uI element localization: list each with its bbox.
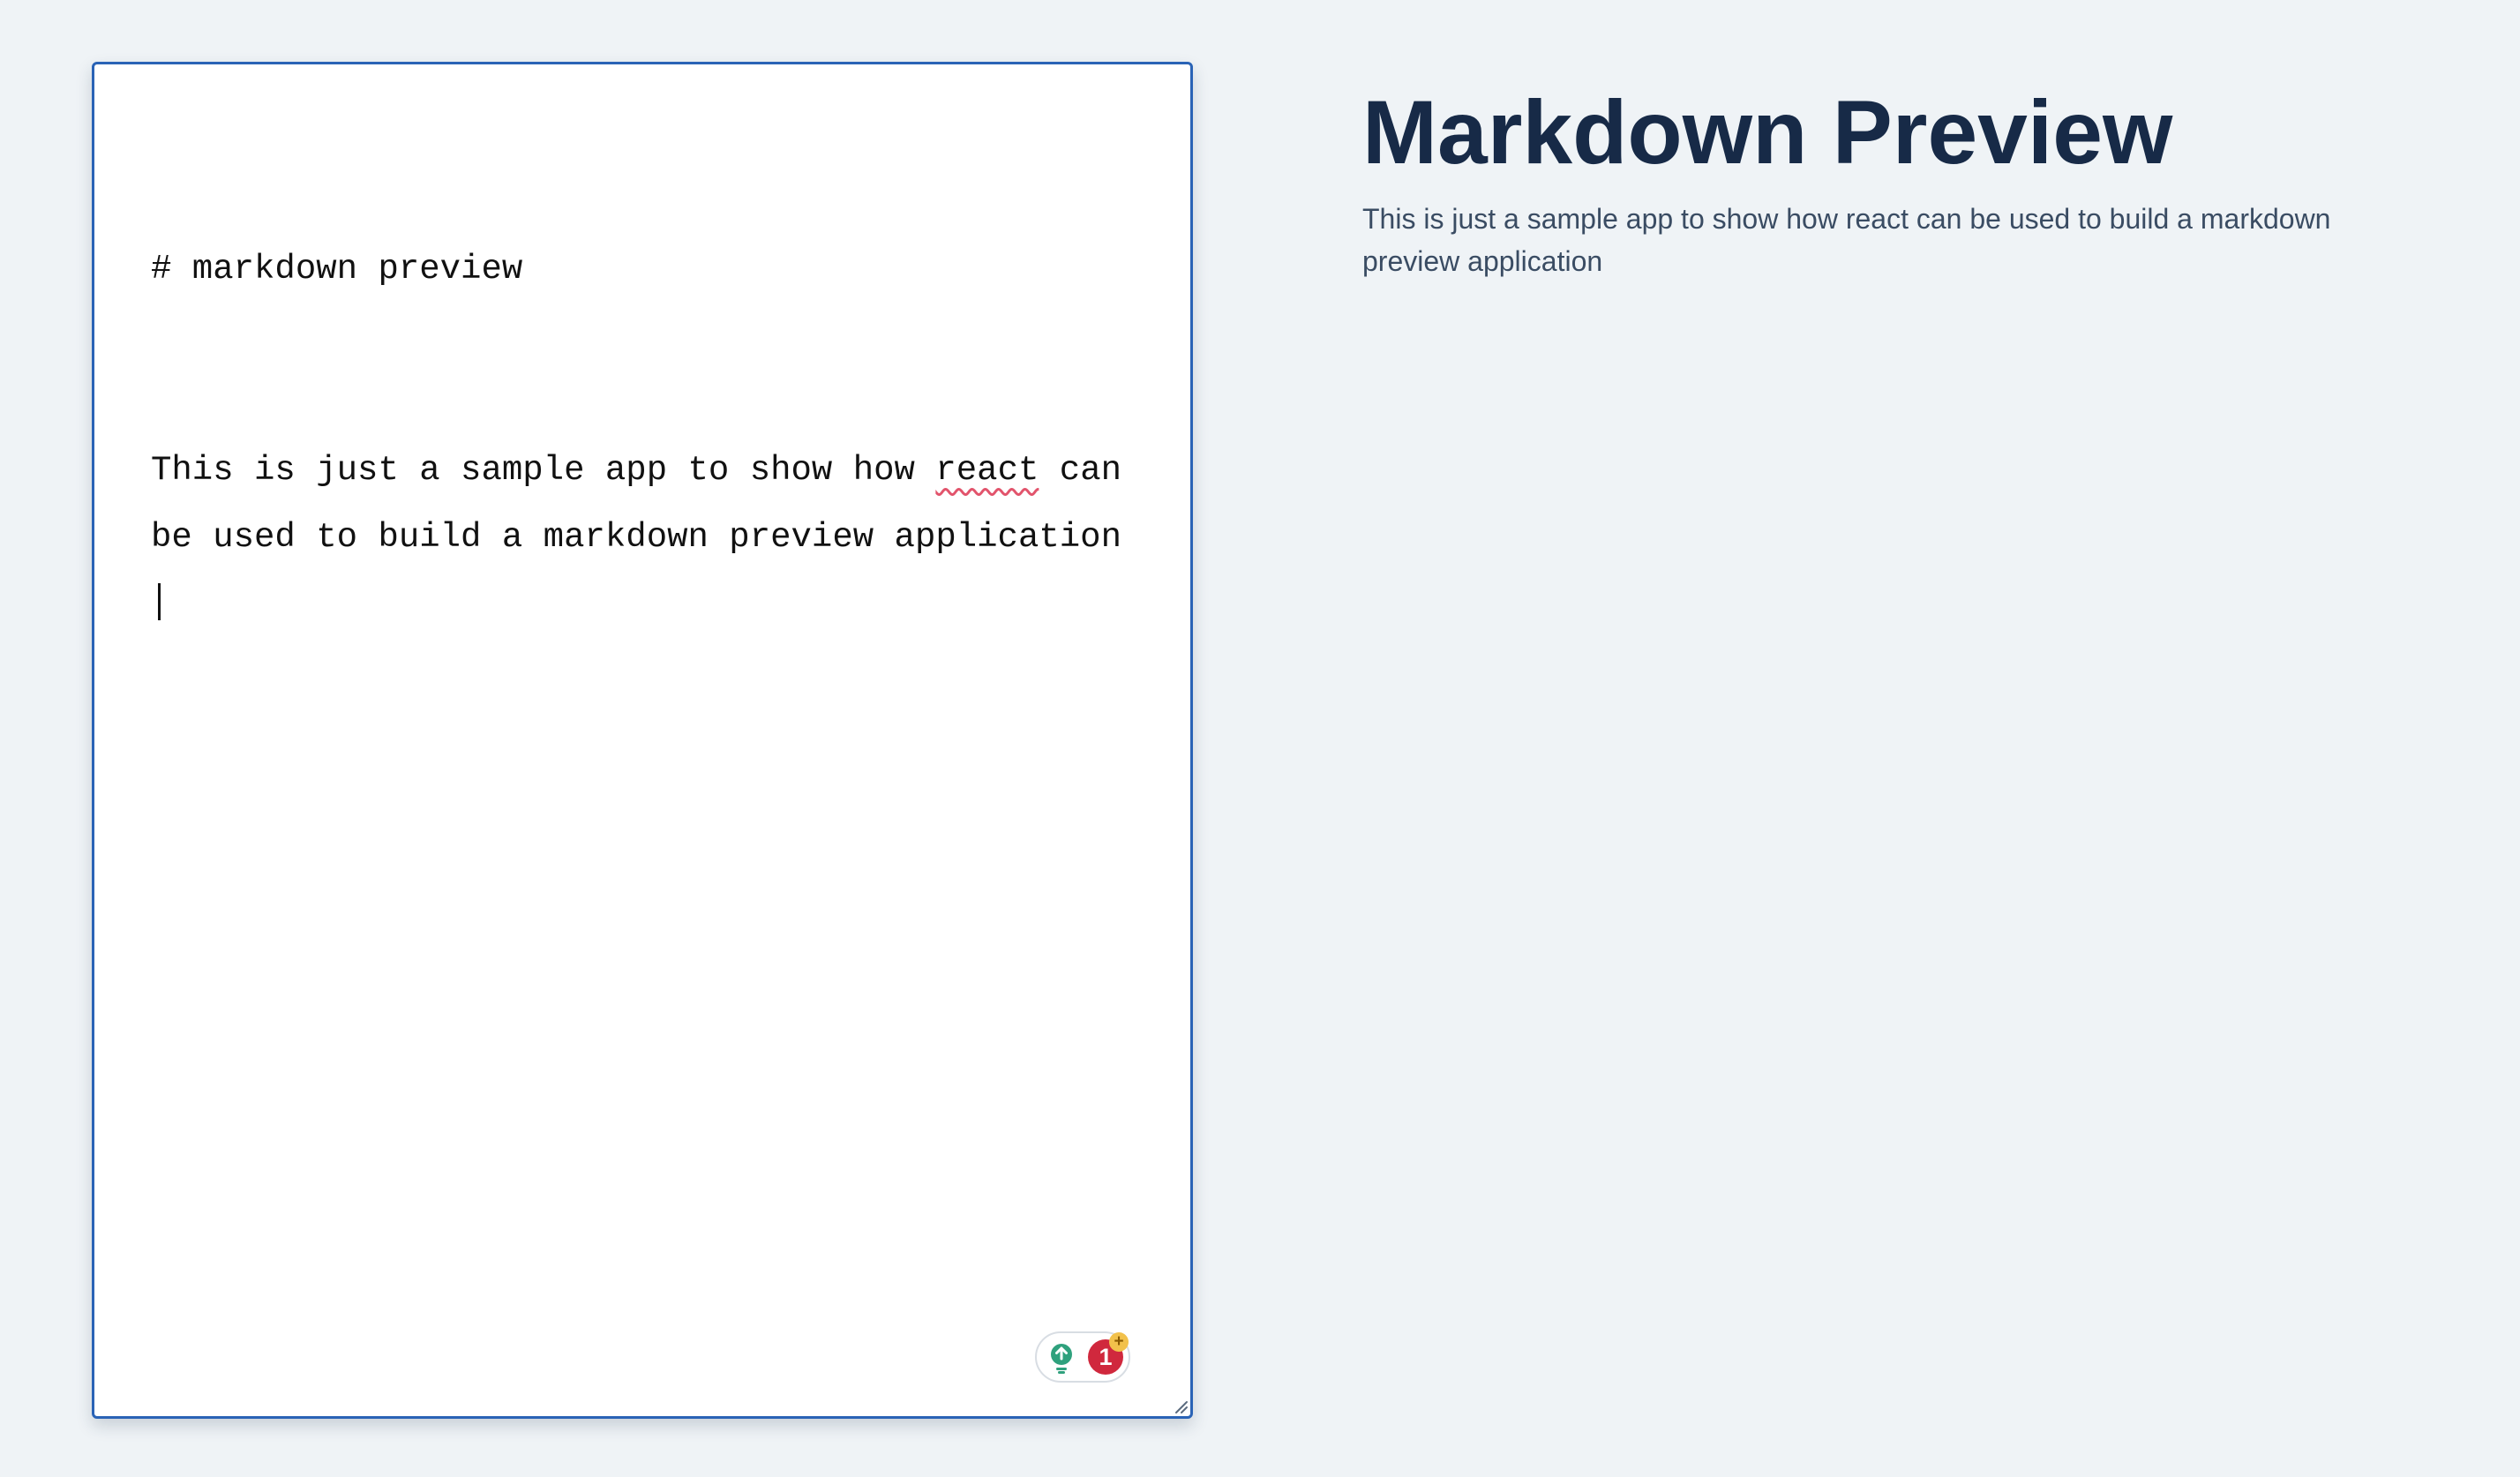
editor-textarea[interactable]: # markdown preview This is just a sample… xyxy=(151,101,1130,772)
editor-heading-line: # markdown preview xyxy=(151,250,523,289)
misspelled-word[interactable]: react xyxy=(935,451,1039,490)
preview-paragraph: This is just a sample app to show how re… xyxy=(1362,203,2331,277)
editor-body-text-start: This is just a sample app to show how xyxy=(151,451,936,490)
editor-body-line: This is just a sample app to show how re… xyxy=(151,437,1130,638)
markdown-editor[interactable]: # markdown preview This is just a sample… xyxy=(92,62,1193,1419)
grammar-checker-widget[interactable]: 1 + xyxy=(1035,1331,1130,1383)
preview-title: Markdown Preview xyxy=(1362,82,2173,183)
resize-handle-icon[interactable] xyxy=(1173,1398,1189,1414)
error-count-badge[interactable]: 1 + xyxy=(1088,1332,1129,1375)
text-cursor xyxy=(158,583,161,620)
lightbulb-icon[interactable] xyxy=(1047,1343,1076,1375)
preview-pane: Markdown Preview This is just a sample a… xyxy=(1362,76,2404,282)
plus-badge: + xyxy=(1109,1332,1129,1352)
